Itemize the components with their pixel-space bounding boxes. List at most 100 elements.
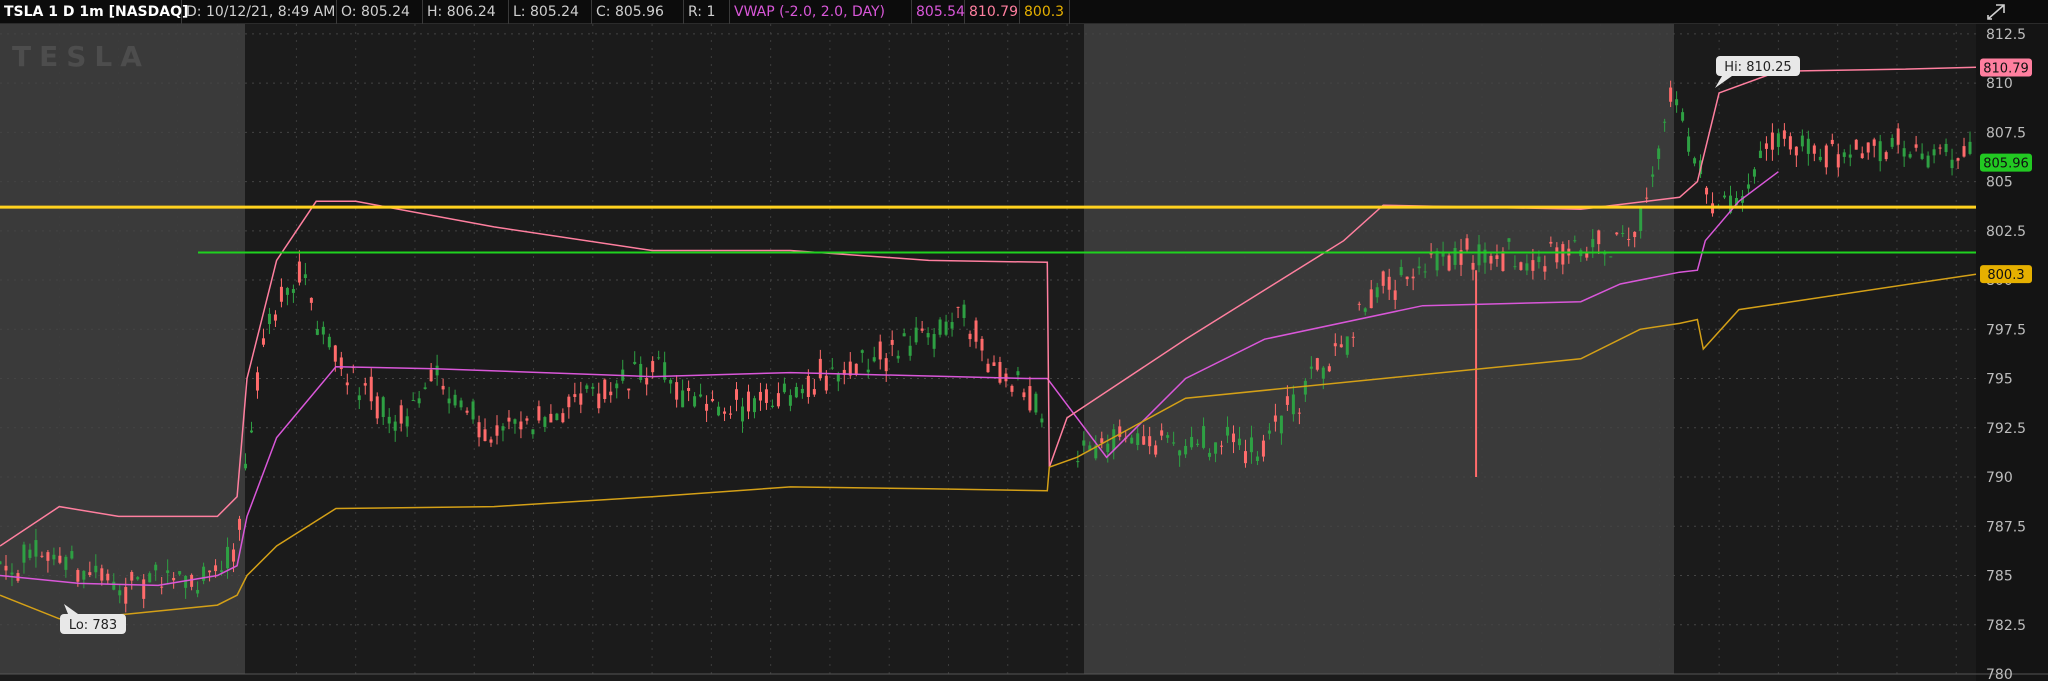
candle-body	[1202, 426, 1206, 448]
candle-body	[573, 394, 577, 397]
candle-body	[818, 358, 822, 379]
candle-body	[1112, 429, 1116, 451]
candle-body	[1315, 358, 1319, 370]
candle-body	[896, 355, 900, 359]
candle-body	[735, 389, 739, 400]
candle-body	[1621, 233, 1625, 235]
candle-body	[130, 572, 134, 581]
candle-body	[752, 398, 756, 413]
candle-body	[1279, 415, 1283, 434]
candle-body	[375, 396, 379, 419]
symbol-label[interactable]: TSLA 1 D 1m [NASDAQ]	[0, 0, 188, 24]
price-tick-label: 802.5	[1986, 224, 2026, 240]
candle-body	[142, 579, 146, 599]
candle-body	[1273, 415, 1277, 422]
candle-body	[1255, 456, 1259, 462]
candle-body	[1453, 248, 1457, 265]
candle-body	[1776, 133, 1780, 147]
candle-body	[1208, 452, 1212, 457]
candle-body	[1651, 174, 1655, 177]
candle-body	[788, 395, 792, 406]
candle-body	[315, 329, 319, 335]
price-tick-label: 812.5	[1986, 27, 2026, 43]
candle-body	[531, 429, 535, 435]
candle-body	[1417, 266, 1421, 269]
candle-body	[1357, 303, 1361, 305]
candle-body	[794, 386, 798, 398]
candle-body	[561, 413, 565, 423]
candle-body	[525, 418, 529, 421]
candle-body	[944, 321, 948, 335]
candle-body	[579, 393, 583, 405]
candle-body	[699, 394, 703, 397]
candle-body	[1549, 241, 1553, 244]
price-tag: 810.79	[1980, 58, 2032, 77]
range-label: R: 1	[684, 0, 730, 24]
vwap-value: 805.54	[912, 0, 965, 24]
candle-body	[1639, 208, 1643, 231]
candle-body	[309, 297, 313, 303]
chart-expand-icon[interactable]	[1985, 2, 2007, 22]
candle-body	[58, 555, 62, 563]
candle-body	[1926, 155, 1930, 168]
candle-body	[1261, 440, 1265, 457]
candle-body	[1333, 343, 1337, 347]
candle-body	[1381, 271, 1385, 286]
candle-body	[4, 565, 8, 571]
candle-body	[1609, 256, 1613, 258]
candle-body	[1339, 344, 1343, 348]
candle-body	[1633, 231, 1637, 238]
price-tick-label: 782.5	[1986, 618, 2026, 634]
candle-body	[711, 398, 715, 401]
candle-body	[333, 345, 337, 362]
price-chart[interactable]: TESLA 780 782.5 785 787.5 790 792.5 795 797.5 80…	[0, 24, 2048, 681]
candle-body	[627, 388, 631, 391]
candle-body	[1830, 139, 1834, 145]
candle-body	[1429, 253, 1433, 255]
candle-body	[591, 386, 595, 389]
candle-body	[1764, 143, 1768, 149]
candle-body	[645, 378, 649, 385]
candle-body	[1860, 153, 1864, 159]
candle-body	[172, 577, 176, 581]
candle-body	[94, 565, 98, 573]
candle-body	[1076, 461, 1080, 463]
candle-body	[124, 587, 128, 604]
high-label: Hi: 810.25	[1724, 60, 1791, 75]
candle-body	[267, 313, 271, 325]
candle-body	[758, 391, 762, 401]
candle-body	[1028, 386, 1032, 411]
candle-body	[723, 411, 727, 414]
candle-body	[890, 339, 894, 345]
candle-body	[938, 319, 942, 335]
candle-body	[447, 398, 451, 404]
candle-body	[1908, 154, 1912, 158]
candle-body	[914, 327, 918, 343]
candle-body	[866, 369, 870, 373]
candle-body	[1615, 232, 1619, 235]
candle-body	[291, 289, 295, 293]
candle-body	[273, 314, 277, 321]
candle-body	[1758, 150, 1762, 159]
candle-body	[806, 375, 810, 397]
candle-body	[489, 439, 493, 443]
candle-body	[1663, 121, 1667, 123]
candle-body	[549, 413, 553, 423]
candle-body	[393, 421, 397, 431]
candle-body	[1705, 187, 1709, 195]
candle-body	[998, 361, 1002, 383]
candle-body	[1040, 418, 1044, 423]
candle-body	[232, 549, 236, 562]
candle-body	[34, 540, 38, 557]
candle-body	[926, 333, 930, 338]
candle-body	[603, 379, 607, 399]
vwap-study-label[interactable]: VWAP (-2.0, 2.0, DAY)	[730, 0, 912, 24]
candle-body	[1723, 195, 1727, 198]
candle-body	[1243, 451, 1247, 464]
candle-body	[453, 394, 457, 406]
candle-body	[1423, 271, 1427, 273]
candle-body	[1249, 437, 1253, 453]
price-tick-label: 807.5	[1986, 125, 2026, 141]
candle-body	[1237, 438, 1241, 446]
candle-body	[1794, 146, 1798, 156]
